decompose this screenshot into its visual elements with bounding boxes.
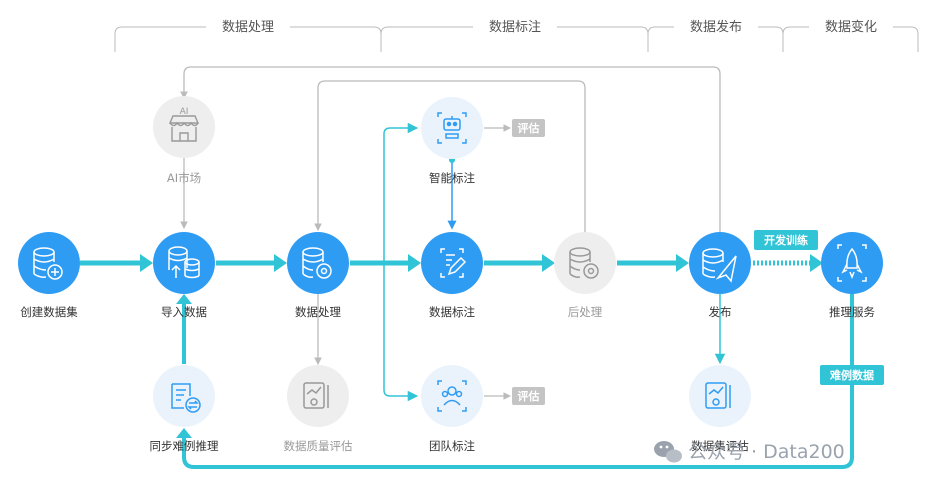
node-publish: [689, 232, 751, 294]
node-inference-service: [821, 232, 883, 294]
node-inference-service-label: 推理服务: [829, 305, 875, 319]
node-create-dataset-label: 创建数据集: [20, 305, 78, 319]
node-smart-annotation-label: 智能标注: [429, 171, 475, 185]
node-sync-hard-cases-label: 同步难例推理: [150, 439, 219, 453]
stage-data-publishing: 数据发布: [690, 19, 742, 35]
watermark: 公众号 · Data200: [654, 441, 845, 463]
node-ai-market-label: AI市场: [167, 171, 201, 185]
hard-case-loop-arrowhead: [176, 428, 192, 438]
tag-eval-smart: 评估: [512, 119, 545, 137]
node-data-processing-label: 数据处理: [295, 305, 341, 319]
node-data-quality-eval-label: 数据质量评估: [284, 439, 353, 453]
wechat-icon: [654, 441, 682, 463]
node-post-processing-label: 后处理: [568, 305, 603, 319]
node-ai-market: AI: [153, 96, 215, 158]
node-post-processing: [554, 232, 616, 294]
stage-data-annotation: 数据标注: [489, 20, 541, 35]
tag-hard-case-data: 难例数据: [820, 365, 884, 385]
node-sync-hard-cases: [153, 365, 215, 427]
tag-dev-training-text: 开发训练: [764, 233, 808, 247]
node-create-dataset: [18, 232, 80, 294]
node-data-quality-eval: [287, 365, 349, 427]
node-dataset-eval: [689, 365, 751, 427]
node-team-annotation-label: 团队标注: [429, 439, 475, 453]
stage-data-processing: 数据处理: [222, 20, 274, 35]
node-team-annotation: [421, 365, 483, 427]
tag-eval-smart-text: 评估: [518, 121, 540, 135]
ai-label-icon-text: AI: [180, 107, 189, 117]
node-import-data: [153, 232, 215, 294]
tag-hard-case-data-text: 难例数据: [829, 368, 874, 382]
stage-data-change: 数据变化: [825, 19, 877, 35]
sync-to-import-arrowhead: [176, 294, 192, 304]
workflow-diagram: 数据处理 数据标注 数据发布 数据变化 评估 评估 开发训练 难例数据 创建数据…: [18, 16, 919, 469]
node-smart-annotation: [421, 97, 483, 159]
node-publish-label: 发布: [709, 305, 732, 319]
node-data-annotation: [421, 232, 483, 294]
tag-eval-team-text: 评估: [518, 389, 540, 403]
node-data-processing: [287, 232, 349, 294]
node-import-data-label: 导入数据: [161, 305, 207, 319]
node-data-annotation-label: 数据标注: [429, 305, 475, 319]
watermark-text: 公众号 · Data200: [688, 441, 845, 463]
tag-eval-team: 评估: [512, 387, 545, 405]
tag-dev-training: 开发训练: [754, 230, 818, 250]
